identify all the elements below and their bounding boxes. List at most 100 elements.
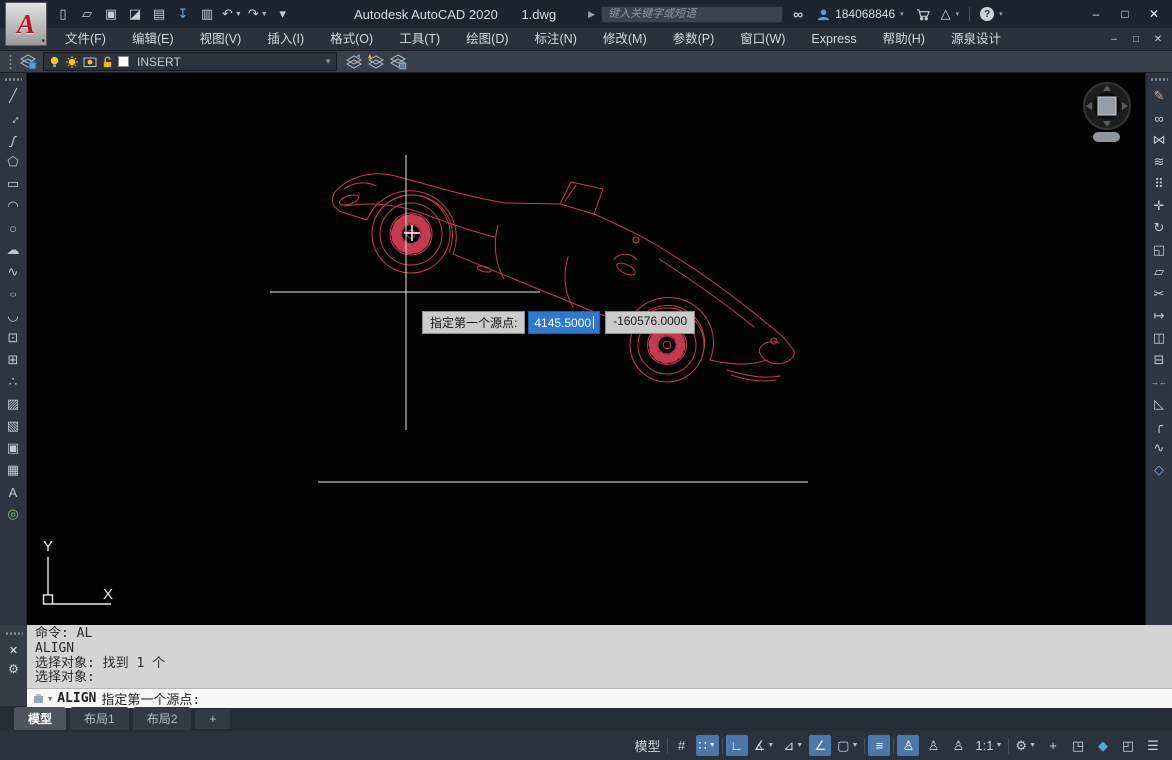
menu-express[interactable]: Express: [798, 28, 869, 50]
toolbar-grip[interactable]: [8, 54, 13, 70]
erase-tool[interactable]: ✎: [1149, 86, 1170, 106]
toolbar-grip[interactable]: [4, 77, 22, 82]
previous-layer-icon[interactable]: [365, 52, 387, 72]
maximize-button[interactable]: □: [1119, 7, 1131, 21]
circle-tool[interactable]: ○: [3, 218, 24, 238]
doc-minimize-button[interactable]: –: [1108, 34, 1120, 45]
insert-block-tool[interactable]: ⊡: [3, 328, 24, 348]
isodraft-icon[interactable]: ⊿▼: [780, 735, 806, 756]
graphics-performance-icon[interactable]: ◆: [1092, 735, 1114, 756]
break-at-point-tool[interactable]: ◫: [1149, 328, 1170, 348]
command-options-icon[interactable]: ▼: [33, 693, 52, 704]
chamfer-tool[interactable]: ◺: [1149, 394, 1170, 414]
layer-properties-icon[interactable]: [17, 52, 39, 72]
otrack-icon[interactable]: ∠: [809, 735, 831, 756]
undo-button[interactable]: ↶▼: [222, 4, 242, 24]
spline-tool[interactable]: ∿: [3, 262, 24, 282]
mirror-tool[interactable]: ⋈: [1149, 130, 1170, 150]
redo-button[interactable]: ↷▼: [248, 4, 268, 24]
user-id[interactable]: 184068846: [835, 7, 895, 21]
autocad-logo-button[interactable]: A ▾: [5, 2, 47, 46]
menu-dimension[interactable]: 标注(N): [522, 28, 590, 50]
blend-curves-tool[interactable]: ∿: [1149, 438, 1170, 458]
arc-tool[interactable]: ◠: [3, 196, 24, 216]
transfer-button[interactable]: ↧: [174, 4, 192, 24]
point-tool[interactable]: ∴: [3, 372, 24, 392]
dynamic-input-x-field[interactable]: 4145.5000: [528, 311, 600, 334]
menu-modify[interactable]: 修改(M): [590, 28, 660, 50]
tab-layout1[interactable]: 布局1: [70, 707, 129, 730]
new-file-button[interactable]: ▯: [54, 4, 72, 24]
add-selected-tool[interactable]: ◎: [3, 504, 24, 524]
dynamic-input-y-field[interactable]: -160576.0000: [605, 311, 695, 334]
a360-caret-icon[interactable]: ▾: [956, 10, 960, 18]
cart-icon[interactable]: [916, 8, 931, 21]
menu-view[interactable]: 视图(V): [187, 28, 255, 50]
mtext-tool[interactable]: A: [3, 482, 24, 502]
offset-tool[interactable]: ≋: [1149, 152, 1170, 172]
move-tool[interactable]: ✛: [1149, 196, 1170, 216]
wrench-icon[interactable]: ⚙: [8, 662, 19, 676]
menu-file[interactable]: 文件(F): [52, 28, 119, 50]
toolbar-grip[interactable]: [1150, 77, 1168, 82]
ortho-icon[interactable]: ∟: [726, 735, 748, 756]
menu-format[interactable]: 格式(O): [317, 28, 386, 50]
navigation-bar-pill[interactable]: [1093, 132, 1120, 142]
annotation-scale-icon[interactable]: ♙: [947, 735, 969, 756]
help-caret-icon[interactable]: ▾: [999, 10, 1003, 18]
construction-line-tool[interactable]: ↔: [0, 104, 27, 133]
rectangle-tool[interactable]: ▭: [3, 174, 24, 194]
isolate-objects-icon[interactable]: ◳: [1067, 735, 1089, 756]
osnap-icon[interactable]: ▢▼: [834, 735, 861, 756]
array-tool[interactable]: ⠿: [1149, 174, 1170, 194]
minimize-button[interactable]: –: [1090, 7, 1102, 21]
break-tool[interactable]: ⊟: [1149, 350, 1170, 370]
make-layer-current-icon[interactable]: [343, 52, 365, 72]
print-button[interactable]: ▥: [198, 4, 216, 24]
workspace-gear-icon[interactable]: ⚙▼: [1012, 735, 1039, 756]
view-navigation-wheel[interactable]: [1077, 79, 1139, 147]
annotation-visibility-icon[interactable]: ♙: [897, 735, 919, 756]
menu-window[interactable]: 窗口(W): [727, 28, 798, 50]
polygon-tool[interactable]: ⬠: [3, 152, 24, 172]
table-tool[interactable]: ▦: [3, 460, 24, 480]
save-as-button[interactable]: ◪: [126, 4, 144, 24]
explode-tool[interactable]: ◇: [1149, 460, 1170, 480]
customize-icon[interactable]: ☰: [1142, 735, 1164, 756]
menu-yuanquan-design[interactable]: 源泉设计: [938, 28, 1014, 50]
fillet-tool[interactable]: ╭: [1149, 416, 1170, 436]
tab-layout2[interactable]: 布局2: [133, 707, 192, 730]
rotate-tool[interactable]: ↻: [1149, 218, 1170, 238]
layer-dropdown[interactable]: INSERT ▼: [43, 52, 337, 71]
snap-mode-icon[interactable]: ∷▼: [696, 735, 719, 756]
join-tool[interactable]: →←: [1149, 372, 1170, 392]
menu-draw[interactable]: 绘图(D): [453, 28, 521, 50]
ellipse-arc-tool[interactable]: ◡: [3, 306, 24, 326]
close-icon[interactable]: ✕: [9, 644, 18, 657]
doc-restore-button[interactable]: □: [1130, 34, 1142, 45]
clean-screen-icon[interactable]: ◰: [1117, 735, 1139, 756]
new-layout-button[interactable]: +: [195, 709, 230, 729]
annotation-scale-value[interactable]: 1:1▼: [972, 735, 1005, 756]
trim-tool[interactable]: ✂: [1149, 284, 1170, 304]
search-binoculars-icon[interactable]: ∞: [793, 6, 803, 22]
doc-close-button[interactable]: ✕: [1152, 34, 1164, 45]
tab-model[interactable]: 模型: [14, 707, 66, 730]
chevron-down-icon[interactable]: ▼: [324, 57, 332, 66]
command-input-line[interactable]: ▼ ALIGN 指定第一个源点:: [27, 688, 1172, 708]
crosshair-icon[interactable]: +: [1042, 735, 1064, 756]
layer-states-icon[interactable]: [387, 52, 409, 72]
ellipse-tool[interactable]: ○: [3, 288, 24, 300]
a360-icon[interactable]: △: [941, 6, 951, 22]
make-block-tool[interactable]: ⊞: [3, 350, 24, 370]
stretch-tool[interactable]: ▱: [1149, 262, 1170, 282]
menu-help[interactable]: 帮助(H): [870, 28, 938, 50]
grid-icon[interactable]: #: [671, 735, 693, 756]
menu-tools[interactable]: 工具(T): [386, 28, 453, 50]
search-input[interactable]: [601, 6, 783, 23]
user-caret-icon[interactable]: ▾: [900, 10, 904, 18]
plot-button[interactable]: ▤: [150, 4, 168, 24]
scale-tool[interactable]: ◱: [1149, 240, 1170, 260]
hatch-tool[interactable]: ▨: [3, 394, 24, 414]
annotation-autoscale-icon[interactable]: ♙: [922, 735, 944, 756]
